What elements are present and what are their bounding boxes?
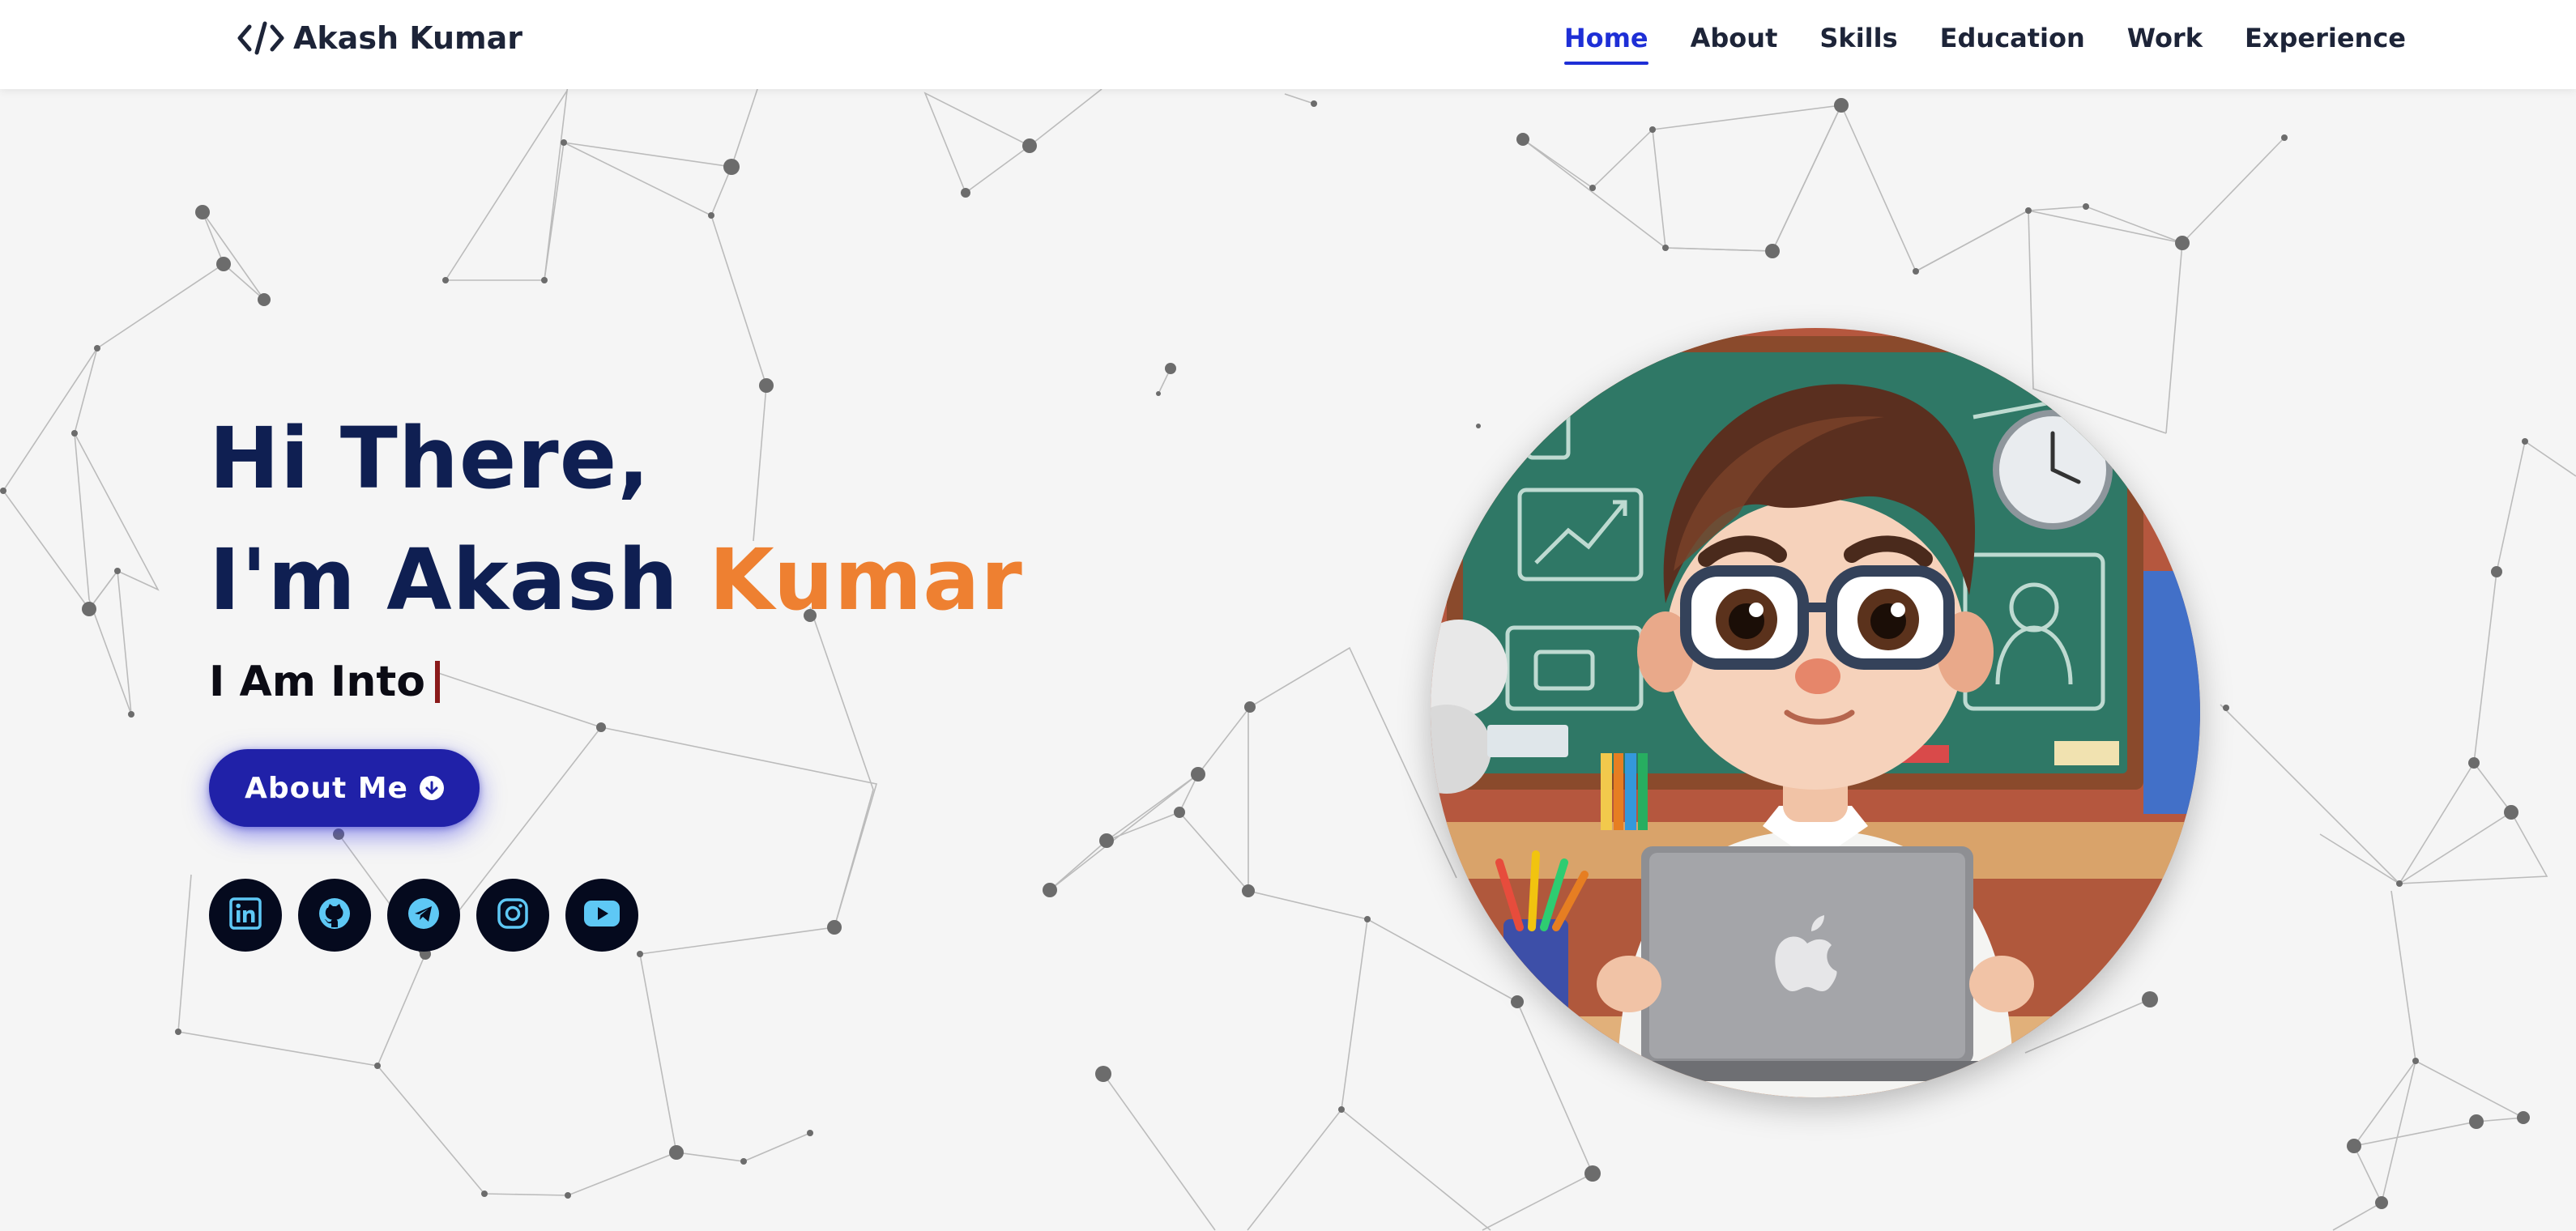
telegram-button[interactable] — [387, 879, 460, 952]
typing-prefix: I Am Into — [209, 658, 425, 706]
linkedin-icon — [229, 897, 262, 933]
hero-intro-prefix: I'm Akash — [209, 530, 710, 629]
social-links — [209, 879, 638, 952]
page: Akash Kumar Home About Skills Education … — [0, 0, 2576, 1231]
nav-education[interactable]: Education — [1940, 19, 2085, 57]
typing-caret — [434, 661, 440, 703]
telegram-icon — [407, 897, 441, 934]
brand-logo[interactable]: Akash Kumar — [237, 16, 522, 60]
nav-experience[interactable]: Experience — [2245, 19, 2406, 57]
profile-avatar-image — [1431, 328, 2200, 1097]
hero-intro-accent: Kumar — [709, 530, 1023, 629]
linkedin-button[interactable] — [209, 879, 282, 952]
github-icon — [318, 897, 352, 934]
nav-skills[interactable]: Skills — [1819, 19, 1897, 57]
top-navbar: Akash Kumar Home About Skills Education … — [0, 0, 2576, 89]
hero-intro: I'm Akash Kumar — [209, 538, 1023, 622]
about-me-button[interactable]: About Me — [209, 749, 480, 827]
brand-name: Akash Kumar — [293, 20, 523, 56]
avatar-illustration — [1431, 328, 2200, 1097]
youtube-icon — [583, 900, 621, 931]
code-icon — [237, 20, 285, 56]
about-me-label: About Me — [245, 771, 408, 805]
typing-text: I Am Into — [209, 658, 440, 706]
arrow-down-circle-icon — [419, 776, 444, 800]
youtube-button[interactable] — [565, 879, 638, 952]
github-button[interactable] — [298, 879, 371, 952]
main-nav: Home About Skills Education Work Experie… — [1563, 16, 2406, 65]
nav-about[interactable]: About — [1691, 19, 1778, 57]
nav-work[interactable]: Work — [2127, 19, 2203, 57]
hero-greeting: Hi There, — [209, 409, 650, 508]
instagram-icon — [497, 897, 529, 933]
nav-home[interactable]: Home — [1563, 19, 1648, 65]
instagram-button[interactable] — [476, 879, 549, 952]
